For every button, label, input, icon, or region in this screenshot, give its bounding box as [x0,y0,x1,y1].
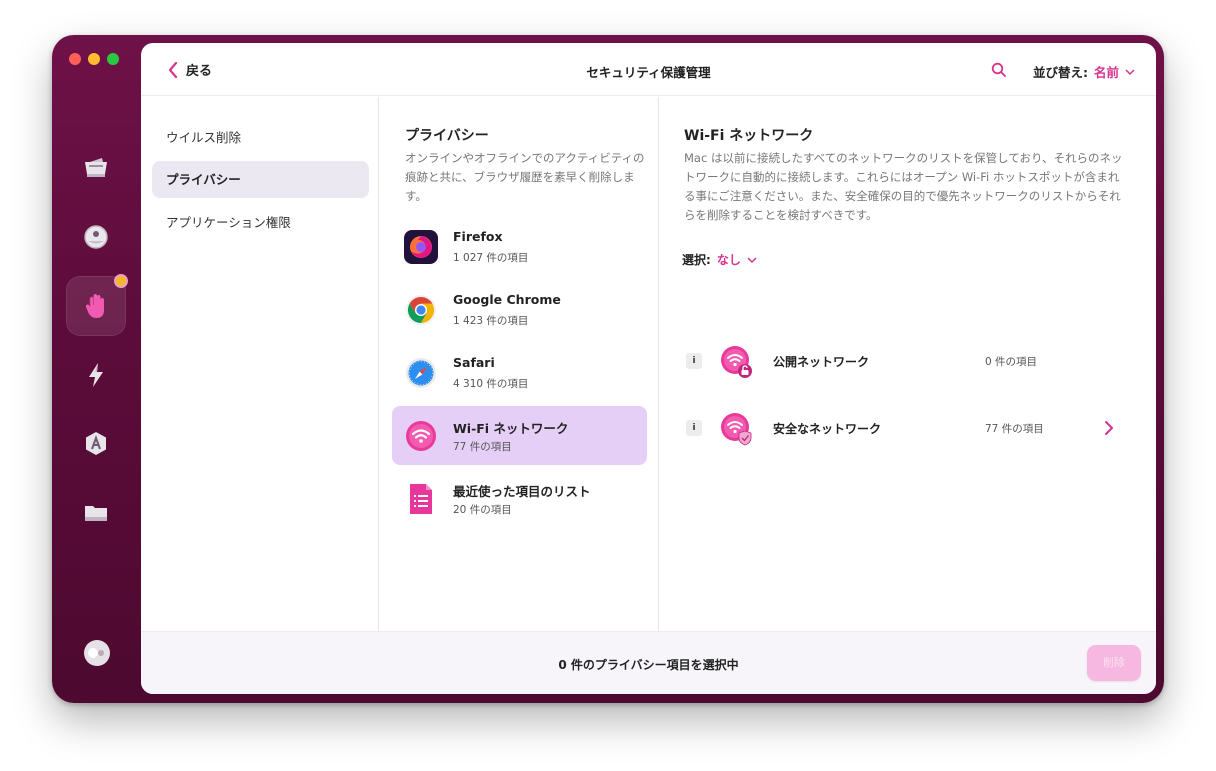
chevron-down-icon [747,256,757,263]
system-junk-icon [85,158,107,177]
privacy-description: オンラインやオフラインでのアクティビティの痕跡と共に、ブラウザ履歴を素早く削除し… [405,151,645,203]
secure-network-icon [721,413,752,446]
app-count: 1 027 件の項目 [453,252,529,264]
category-list: ウイルス削除 プライバシー アプリケーション権限 [141,97,379,631]
list-item-recent-items[interactable]: 最近使った項目のリスト 20 件の項目 [392,469,647,528]
safari-icon [406,358,436,388]
window-controls [69,53,119,65]
app-name: Wi-Fi ネットワーク [453,421,569,436]
app-name: Safari [453,355,495,370]
close-window-button[interactable] [69,53,81,65]
network-count: 77 件の項目 [985,423,1044,435]
app-count: 77 件の項目 [453,441,512,453]
app-count: 4 310 件の項目 [453,378,529,390]
list-item-wifi[interactable]: Wi-Fi ネットワーク 77 件の項目 [392,406,647,465]
applications-icon [86,432,106,455]
select-control[interactable]: 選択: なし [682,251,757,268]
info-button[interactable]: i [686,353,702,369]
main-panel: 戻る セキュリティ保護管理 並び替え: 名前 ウイルス削除 プライバシー アプリ… [141,43,1156,694]
network-row-secure[interactable]: i 安全なネットワーク 77 件の項目 [682,408,1122,448]
bottom-bar: 0 件のプライバシー項目を選択中 削除 [141,631,1156,694]
files-folder-icon [85,506,107,521]
detail-description: Mac は以前に接続したすべてのネットワークのリストを保管しており、それらのネッ… [684,151,1123,222]
recent-items-icon [410,484,432,514]
app-count: 20 件の項目 [453,504,512,516]
sort-control[interactable]: 並び替え: 名前 [1033,62,1135,81]
list-item-chrome[interactable]: Google Chrome 1 423 件の項目 [392,280,647,339]
app-name: Google Chrome [453,292,561,307]
zoom-window-button[interactable] [107,53,119,65]
search-icon[interactable] [991,62,1007,78]
toolbar: 戻る セキュリティ保護管理 並び替え: 名前 [141,43,1156,96]
sort-value[interactable]: 名前 [1094,62,1119,81]
files-nav[interactable] [66,483,126,543]
notification-badge [114,274,128,288]
app-name: Firefox [453,229,503,244]
app-count: 1 423 件の項目 [453,315,529,327]
chevron-down-icon [1125,68,1135,75]
privacy-list: プライバシー オンラインやオフラインでのアクティビティの痕跡と共に、ブラウザ履歴… [380,97,659,631]
select-value[interactable]: なし [717,251,741,268]
sort-label: 並び替え: [1033,65,1088,80]
list-item-firefox[interactable]: Firefox 1 027 件の項目 [392,217,647,276]
firefox-icon [404,230,438,264]
protection-nav[interactable] [66,274,128,336]
malware-removal-icon [84,225,108,249]
public-network-icon [721,346,752,378]
select-label: 選択: [682,253,711,267]
nav-item-virus-removal[interactable]: ウイルス削除 [152,119,369,156]
info-button[interactable]: i [686,420,702,436]
protection-hand-icon [85,294,104,318]
chrome-icon [406,295,436,325]
performance-nav[interactable] [66,345,126,405]
app-name: 最近使った項目のリスト [453,484,591,499]
system-junk-nav[interactable] [66,138,126,198]
privacy-title: プライバシー [405,128,489,144]
network-count: 0 件の項目 [985,356,1038,368]
minimize-window-button[interactable] [88,53,100,65]
speed-bolt-icon [89,363,103,387]
list-item-safari[interactable]: Safari 4 310 件の項目 [392,343,647,402]
network-row-public[interactable]: i 公開ネットワーク 0 件の項目 [682,341,1122,381]
network-name: 公開ネットワーク [773,355,870,369]
app-window: 戻る セキュリティ保護管理 並び替え: 名前 ウイルス削除 プライバシー アプリ… [52,35,1164,703]
network-name: 安全なネットワーク [773,422,882,436]
detail-title: Wi-Fi ネットワーク [684,128,814,144]
selection-status: 0 件のプライバシー項目を選択中 [558,658,739,672]
malware-removal-nav[interactable] [66,207,126,267]
wifi-icon [406,421,436,451]
detail-pane: Wi-Fi ネットワーク Mac は以前に接続したすべてのネットワークのリストを… [660,97,1156,631]
delete-button[interactable]: 削除 [1087,645,1141,681]
nav-item-app-permissions[interactable]: アプリケーション権限 [152,204,369,241]
chevron-right-icon[interactable] [1104,420,1114,436]
applications-nav[interactable] [66,414,126,474]
assistant-toggle-icon[interactable] [82,638,112,668]
nav-item-privacy[interactable]: プライバシー [152,161,369,198]
